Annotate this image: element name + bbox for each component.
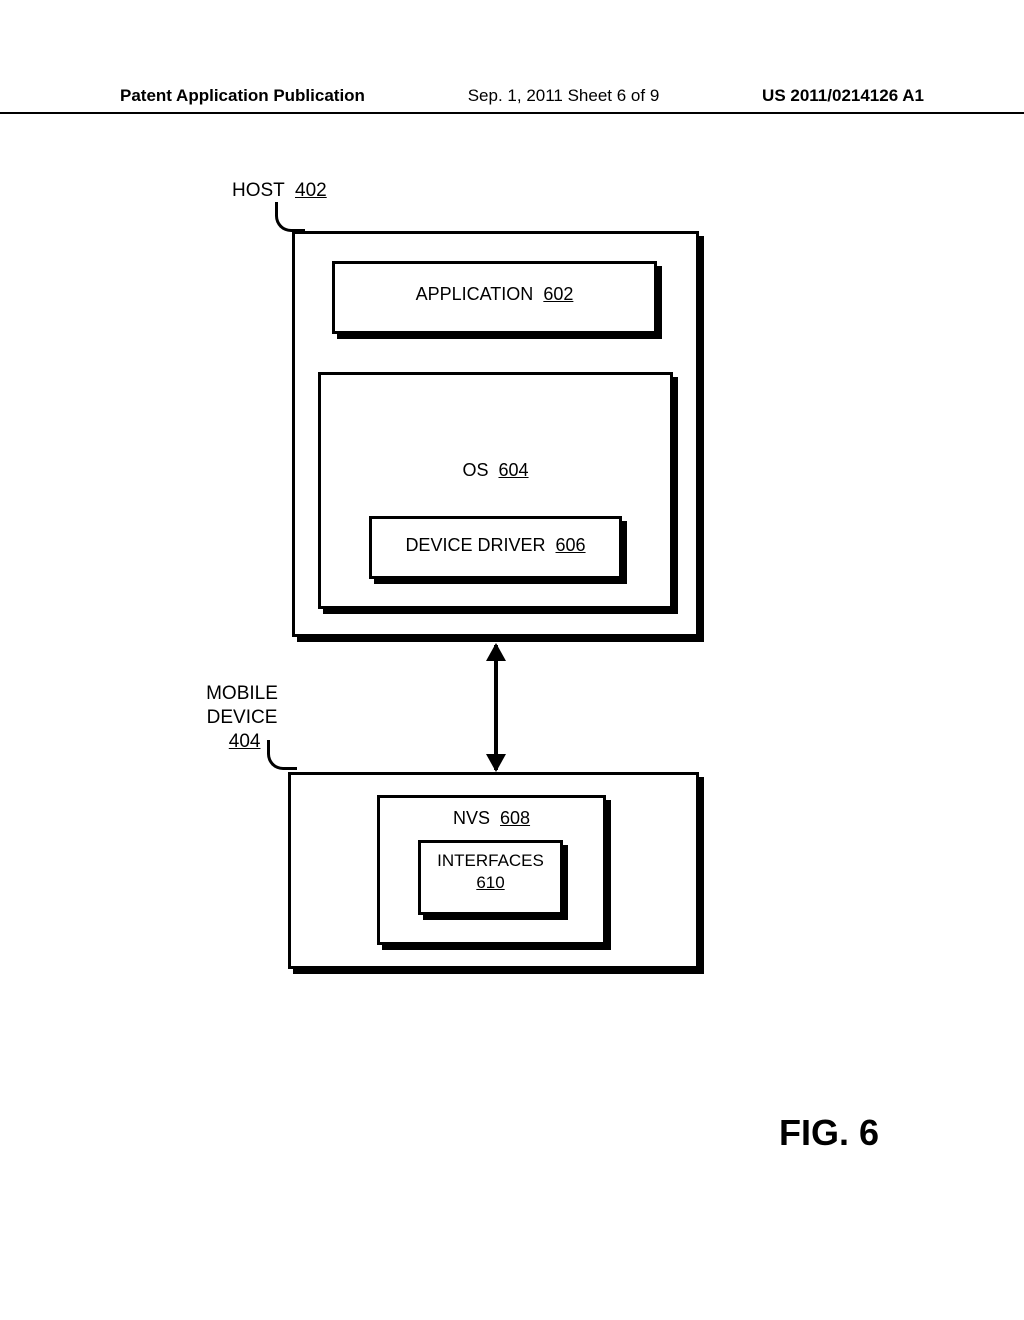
nvs-text: NVS bbox=[453, 808, 490, 828]
host-ref: 402 bbox=[295, 180, 327, 201]
host-to-mobile-device-double-arrow bbox=[494, 645, 498, 770]
interfaces-label: INTERFACES 610 bbox=[418, 850, 563, 894]
host-label: HOST 402 bbox=[232, 180, 327, 202]
nvs-ref: 608 bbox=[500, 808, 530, 828]
mobile-device-ref: 404 bbox=[229, 731, 261, 752]
header-left: Patent Application Publication bbox=[120, 86, 365, 106]
interfaces-text: INTERFACES bbox=[437, 851, 544, 870]
application-label: APPLICATION 602 bbox=[332, 284, 657, 305]
device-driver-text: DEVICE DRIVER bbox=[405, 535, 545, 555]
page-header: Patent Application Publication Sep. 1, 2… bbox=[0, 86, 1024, 114]
os-ref: 604 bbox=[499, 460, 529, 480]
host-label-text: HOST bbox=[232, 180, 284, 201]
mobile-device-text: MOBILE DEVICE bbox=[206, 683, 278, 728]
os-label: OS 604 bbox=[318, 460, 673, 481]
nvs-label: NVS 608 bbox=[377, 808, 606, 829]
interfaces-ref: 610 bbox=[476, 873, 504, 892]
os-text: OS bbox=[462, 460, 488, 480]
host-leader-line bbox=[275, 202, 305, 232]
page-canvas: Patent Application Publication Sep. 1, 2… bbox=[0, 0, 1024, 1320]
header-right: US 2011/0214126 A1 bbox=[762, 86, 924, 106]
device-driver-ref: 606 bbox=[556, 535, 586, 555]
mobile-device-leader-line bbox=[267, 740, 297, 770]
device-driver-label: DEVICE DRIVER 606 bbox=[369, 535, 622, 556]
figure-label: FIG. 6 bbox=[779, 1112, 879, 1154]
header-mid: Sep. 1, 2011 Sheet 6 of 9 bbox=[468, 86, 660, 106]
application-ref: 602 bbox=[543, 284, 573, 304]
application-text: APPLICATION bbox=[416, 284, 534, 304]
